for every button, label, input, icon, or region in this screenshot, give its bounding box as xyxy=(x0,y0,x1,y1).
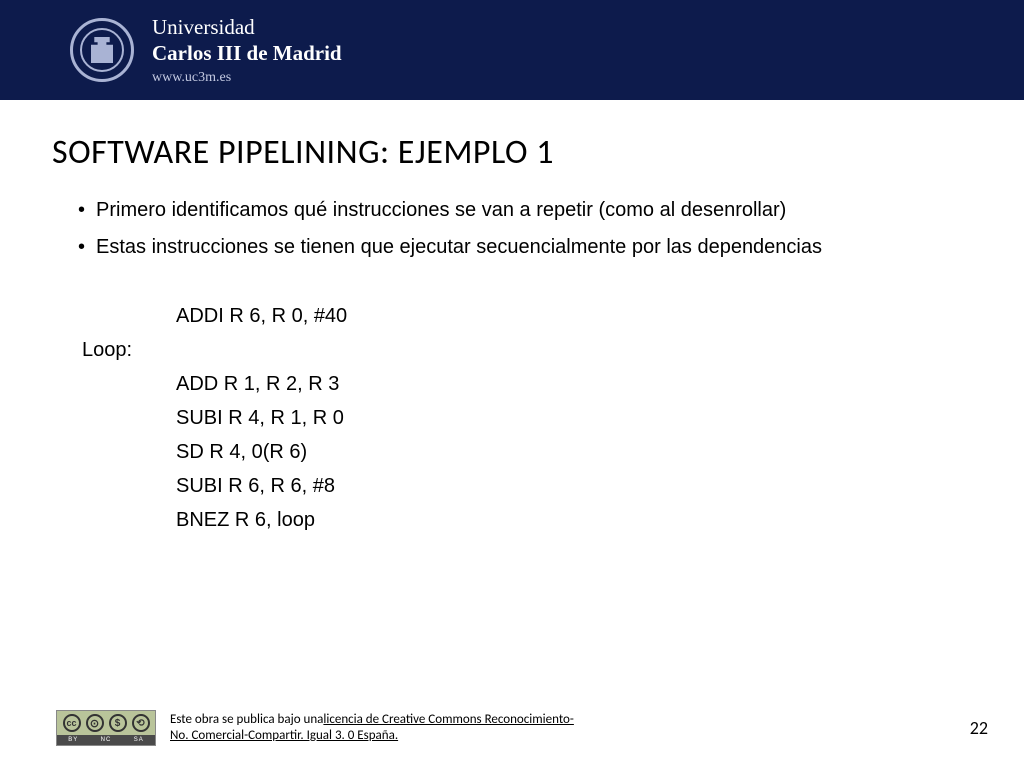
slide-content: SOFTWARE PIPELINING: EJEMPLO 1 Primero i… xyxy=(0,100,1024,537)
license-text: Este obra se publica bajo unalicencia de… xyxy=(170,712,574,745)
university-name-block: Universidad Carlos III de Madrid www.uc3… xyxy=(152,14,342,86)
code-line: ADDI R 6, R 0, #40 xyxy=(82,299,972,333)
code-line: SD R 4, 0(R 6) xyxy=(82,435,972,469)
bullet-list: Primero identificamos qué instrucciones … xyxy=(52,199,972,259)
slide-header: Universidad Carlos III de Madrid www.uc3… xyxy=(0,0,1024,100)
cc-nc-label: NC xyxy=(101,737,112,743)
code-label: Loop: xyxy=(82,333,972,367)
license-link-line1[interactable]: licencia de Creative Commons Reconocimie… xyxy=(323,712,574,727)
cc-license-badge-icon: cc ⊙ $ ⟲ BY NC SA xyxy=(56,710,156,746)
code-line: SUBI R 6, R 6, #8 xyxy=(82,469,972,503)
code-line: SUBI R 4, R 1, R 0 xyxy=(82,401,972,435)
code-line: ADD R 1, R 2, R 3 xyxy=(82,367,972,401)
university-seal-icon xyxy=(70,18,134,82)
assembly-code-block: ADDI R 6, R 0, #40 Loop: ADD R 1, R 2, R… xyxy=(82,299,972,537)
license-link-line2[interactable]: No. Comercial-Compartir. Igual 3. 0 Espa… xyxy=(170,728,398,743)
cc-by-label: BY xyxy=(68,737,78,743)
page-number: 22 xyxy=(970,717,988,739)
bullet-item: Primero identificamos qué instrucciones … xyxy=(78,199,972,222)
code-line: BNEZ R 6, loop xyxy=(82,503,972,537)
university-url: www.uc3m.es xyxy=(152,69,342,87)
university-line1: Universidad xyxy=(152,14,342,40)
bullet-item: Estas instrucciones se tienen que ejecut… xyxy=(78,236,972,259)
slide-footer: cc ⊙ $ ⟲ BY NC SA Este obra se publica b… xyxy=(56,710,988,746)
university-line2: Carlos III de Madrid xyxy=(152,40,342,66)
license-prefix: Este obra se publica bajo una xyxy=(170,712,323,727)
cc-sa-label: SA xyxy=(134,737,144,743)
slide-title: SOFTWARE PIPELINING: EJEMPLO 1 xyxy=(52,132,972,173)
